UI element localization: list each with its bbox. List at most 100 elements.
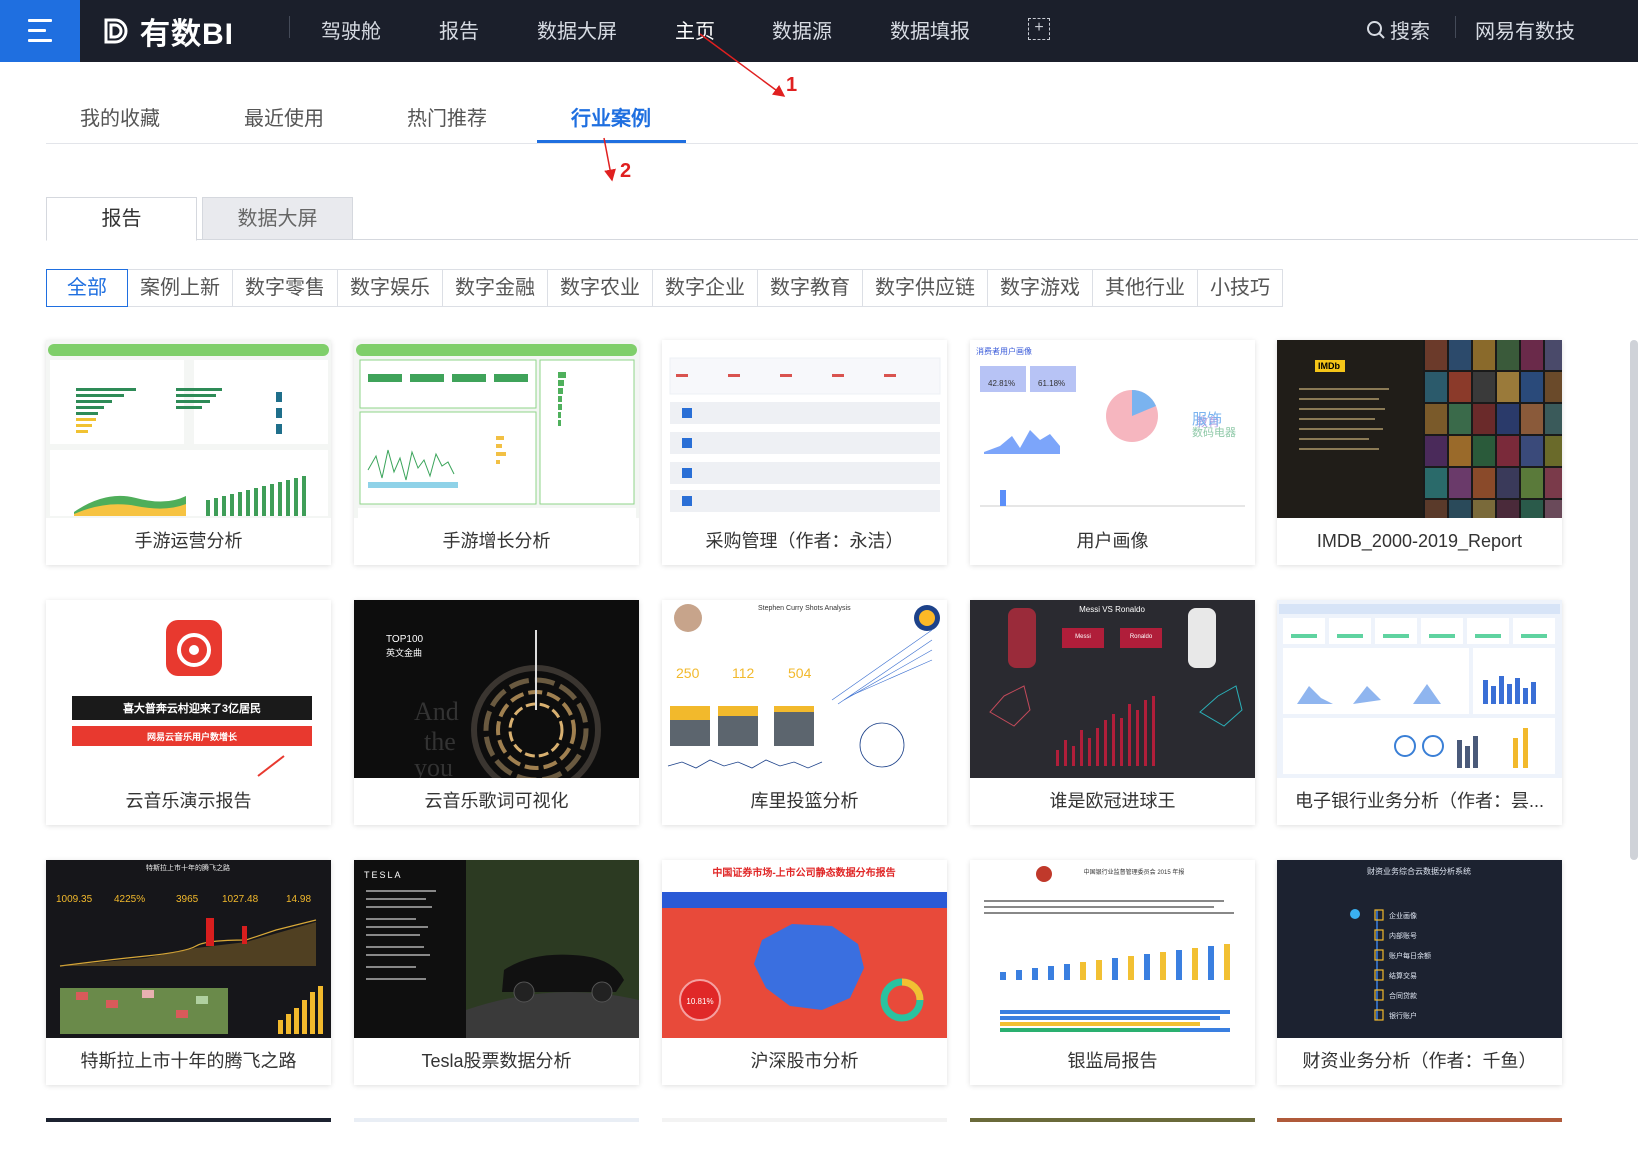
tab-recent[interactable]: 最近使用 [244,102,324,131]
case-card[interactable]: 喜大普奔云村迎来了3亿居民 网易云音乐用户数增长 云音乐演示报告 [46,600,331,825]
search-button[interactable]: 搜索 [1366,15,1430,44]
nav-dashboard[interactable]: 数据大屏 [537,15,617,44]
next-row-card-edge [970,1118,1255,1122]
case-card[interactable]: 中国银行业监督管理委员会 2015 年报 银监局报告 [970,860,1255,1085]
card-title: Tesla股票数据分析 [421,1051,572,1071]
nav-cockpit[interactable]: 驾驶舱 [321,15,381,44]
case-card[interactable]: 手游增长分析 [354,340,639,565]
filter-retail[interactable]: 数字零售 [232,269,338,307]
card-title: 沪深股市分析 [750,1051,859,1071]
tab-industry-cases[interactable]: 行业案例 [571,102,651,131]
card-title: 云音乐演示报告 [125,791,252,811]
svg-text:you: you [414,753,453,778]
logo[interactable]: 有数BI [102,9,234,53]
filter-new[interactable]: 案例上新 [127,269,233,307]
svg-text:结算交易: 结算交易 [1389,971,1417,980]
filter-agriculture[interactable]: 数字农业 [547,269,653,307]
nav-report[interactable]: 报告 [439,15,479,44]
card-title: 用户画像 [1076,531,1149,551]
case-card[interactable]: TOP100 英文金曲 And the you 云音乐歌词可视化 [354,600,639,825]
svg-text:3965: 3965 [176,894,199,905]
case-card[interactable]: Stephen Curry Shots Analysis 250 112 504… [662,600,947,825]
card-thumbnail: Messi VS Ronaldo Messi Ronaldo [970,600,1255,778]
nav-data-fill[interactable]: 数据填报 [890,15,970,44]
svg-text:内部账号: 内部账号 [1389,931,1417,940]
svg-text:And: And [414,697,459,726]
search-icon [1367,20,1385,39]
card-title: IMDB_2000-2019_Report [1316,531,1523,551]
search-label: 搜索 [1390,21,1430,43]
user-profile-title: 消费者用户画像 [976,346,1032,356]
menu-icon[interactable] [0,0,80,62]
filter-gaming[interactable]: 数字游戏 [987,269,1093,307]
lyrics-sub: 英文金曲 [386,647,422,658]
active-tab-underline [537,140,686,143]
card-title: 特斯拉上市十年的腾飞之路 [80,1051,297,1071]
svg-text:Messi: Messi [1075,634,1091,640]
svg-text:250: 250 [676,665,700,681]
card-thumbnail: TOP100 英文金曲 And the you [354,600,639,778]
tab-hot[interactable]: 热门推荐 [407,102,487,131]
subtab-report[interactable]: 报告 [46,197,197,241]
filter-enterprise[interactable]: 数字企业 [652,269,758,307]
card-thumbnail [46,340,331,518]
curry-title: Stephen Curry Shots Analysis [758,605,851,612]
logo-icon [104,18,128,44]
card-title: 采购管理（作者：永洁） [705,531,904,551]
case-card[interactable]: Messi VS Ronaldo Messi Ronaldo 谁是欧冠进球王 [970,600,1255,825]
card-thumbnail: 财资业务综合云数据分析系统 企业画像 内部账号 账户每日余额 结算交易 合同贷款… [1277,860,1562,1038]
svg-text:the: the [424,727,456,756]
annotation-1: 1 [786,74,798,96]
svg-text:1009.35: 1009.35 [56,894,93,905]
card-title: 库里投篮分析 [750,791,859,811]
case-card[interactable]: 采购管理（作者：永洁） [662,340,947,565]
svg-text:4225%: 4225% [114,894,145,905]
case-card[interactable]: 手游运营分析 [46,340,331,565]
svg-text:银行账户: 银行账户 [1389,1011,1417,1020]
filter-supply-chain[interactable]: 数字供应链 [862,269,988,307]
filter-tips[interactable]: 小技巧 [1197,269,1283,307]
card-thumbnail: IMDb [1277,340,1562,518]
nav-datasource[interactable]: 数据源 [772,15,832,44]
lyrics-top: TOP100 [386,634,423,645]
filter-all[interactable]: 全部 [46,269,128,307]
treasury-title: 财资业务综合云数据分析系统 [1367,866,1471,876]
svg-text:企业画像: 企业画像 [1389,911,1417,920]
card-thumbnail: TESLA [354,860,639,1038]
case-card[interactable]: TESLA Tesla股票数据分析 [354,860,639,1085]
vertical-scrollbar[interactable] [1630,340,1638,860]
subtab-dashboard[interactable]: 数据大屏 [202,197,353,240]
svg-text:账户每日余额: 账户每日余额 [1389,951,1431,960]
svg-text:1027.48: 1027.48 [222,894,259,905]
nav-divider [1455,16,1456,38]
nav-home[interactable]: 主页 [675,15,715,44]
svg-text:504: 504 [788,665,812,681]
card-thumbnail [662,340,947,518]
card-thumbnail: Stephen Curry Shots Analysis 250 112 504 [662,600,947,778]
top-navbar: 有数BI 驾驶舱 报告 数据大屏 主页 数据源 数据填报 + 搜索 网易有数技 [0,0,1638,62]
card-thumbnail: 特斯拉上市十年的腾飞之路 1009.35 4225% 3965 1027.48 … [46,860,331,1038]
card-thumbnail: 消费者用户画像 42.81% 61.18% 教育 服饰 数码电器 [970,340,1255,518]
case-card[interactable]: 电子银行业务分析（作者：昙... [1277,600,1562,825]
case-card[interactable]: 中国证券市场-上市公司静态数据分布报告 10.81% 沪深股市分析 [662,860,947,1085]
case-card[interactable]: IMDb IMDB_2000-2019_Report [1277,340,1562,565]
next-row-card-edge [354,1118,639,1122]
add-tab-icon[interactable]: + [1028,18,1050,40]
music-banner-1: 喜大普奔云村迎来了3亿居民 [123,701,261,715]
case-card[interactable]: 消费者用户画像 42.81% 61.18% 教育 服饰 数码电器 用户画像 [970,340,1255,565]
logo-text: 有数BI [140,18,234,51]
card-thumbnail: 喜大普奔云村迎来了3亿居民 网易云音乐用户数增长 [46,600,331,778]
filter-other[interactable]: 其他行业 [1092,269,1198,307]
mr-title: Messi VS Ronaldo [1079,605,1145,614]
org-name[interactable]: 网易有数技 [1475,15,1575,44]
filter-education[interactable]: 数字教育 [757,269,863,307]
case-card[interactable]: 特斯拉上市十年的腾飞之路 1009.35 4225% 3965 1027.48 … [46,860,331,1085]
filter-finance[interactable]: 数字金融 [442,269,548,307]
tab-favorites[interactable]: 我的收藏 [80,102,160,131]
filter-entertainment[interactable]: 数字娱乐 [337,269,443,307]
svg-text:14.98: 14.98 [286,894,311,905]
svg-text:Ronaldo: Ronaldo [1130,634,1153,640]
music-banner-2: 网易云音乐用户数增长 [147,731,238,742]
case-card[interactable]: 财资业务综合云数据分析系统 企业画像 内部账号 账户每日余额 结算交易 合同贷款… [1277,860,1562,1085]
next-row-card-edge [662,1118,947,1122]
